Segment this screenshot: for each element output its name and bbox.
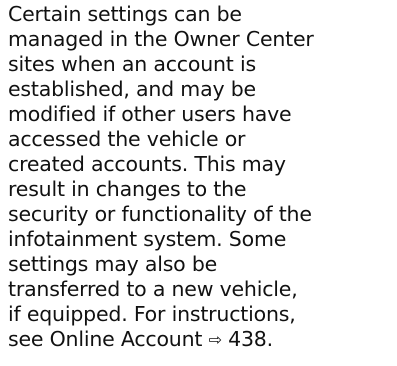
text-line: modified if other users have [8, 102, 292, 126]
text-line: security or functionality of the [8, 202, 312, 226]
cross-reference-line: see Online Account ⇨ 438. [8, 327, 394, 352]
sentence-period: . [266, 327, 274, 351]
text-line: transferred to a new vehicle, [8, 277, 298, 301]
text-line: settings may also be [8, 252, 218, 276]
text-line: created accounts. This may [8, 152, 286, 176]
text-line: infotainment system. Some [8, 227, 287, 251]
text-line: Certain settings can be [8, 2, 242, 26]
text-line: managed in the Owner Center [8, 27, 314, 51]
text-line: if equipped. For instructions, [8, 302, 296, 326]
text-line: result in changes to the [8, 177, 247, 201]
text-line: established, and may be [8, 77, 256, 101]
text-line: accessed the vehicle or [8, 127, 246, 151]
arrow-right-icon: ⇨ [208, 330, 222, 349]
text-line: sites when an account is [8, 52, 256, 76]
page-reference-link[interactable]: 438 [228, 327, 267, 351]
cross-reference-text: see Online Account [8, 327, 203, 351]
document-paragraph: Certain settings can be managed in the O… [8, 2, 394, 352]
